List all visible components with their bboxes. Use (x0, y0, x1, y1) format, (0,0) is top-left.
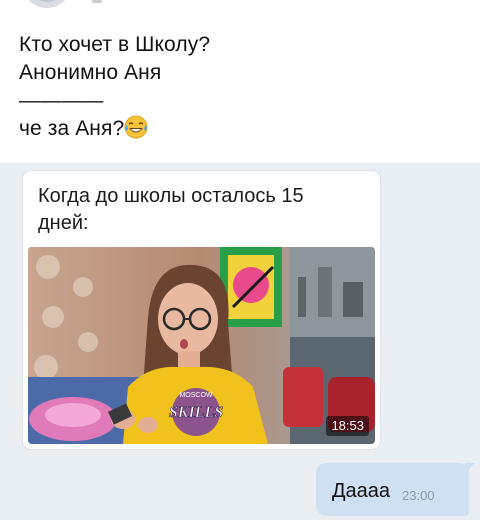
post-container: Кто хочет в Школу? Анонимно Аня ———— че … (0, 0, 480, 163)
laughing-tears-emoji-icon (124, 115, 148, 139)
outgoing-message-bubble[interactable]: Даааа 23:00 (316, 463, 475, 516)
avatar-image (28, 0, 66, 2)
post-line-4: че за Аня? (19, 115, 210, 143)
post-line-1: Кто хочет в Школу? (19, 33, 211, 56)
shirt-small-text: MOSCOW (179, 392, 212, 399)
post-line-2: Анонимно Аня (19, 61, 162, 84)
outgoing-message-text: Даааа (332, 480, 391, 502)
video-thumbnail[interactable]: MOSCOW SKILLS 18:53 (28, 247, 375, 444)
post-text: Кто хочет в Школу? Анонимно Аня ———— че … (19, 31, 210, 143)
avatar[interactable] (22, 0, 72, 8)
message-timestamp: 23:00 (402, 488, 435, 503)
video-duration: 18:53 (326, 416, 369, 436)
message-text: Когда до школы осталось 15 дней: (38, 185, 304, 234)
shirt-text: SKILLS (169, 404, 223, 421)
post-line-4-text: че за Аня? (19, 117, 125, 140)
post-line-3: ———— (19, 89, 104, 112)
bubble-tail (465, 463, 475, 473)
post-meta-line (92, 0, 102, 3)
message-card: Когда до школы осталось 15 дней: MOSCOW … (23, 171, 380, 449)
video-frame-image: MOSCOW SKILLS (28, 247, 375, 444)
